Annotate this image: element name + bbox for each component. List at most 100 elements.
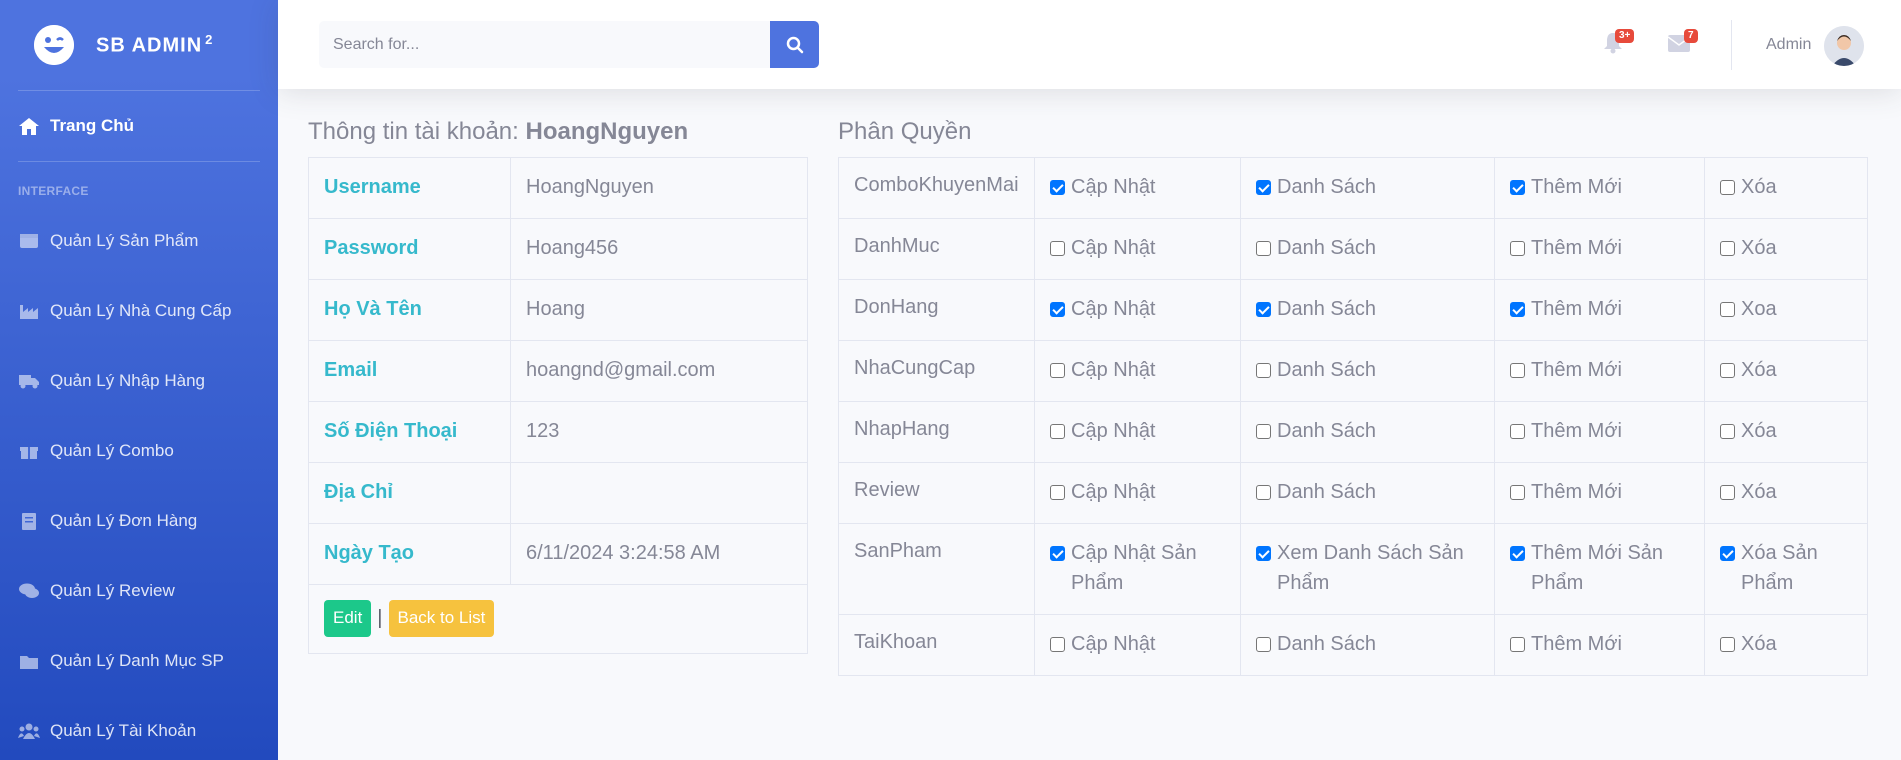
- sidebar-item-dashboard[interactable]: Trang Chủ: [0, 91, 278, 161]
- sidebar-brand[interactable]: SB ADMIN 2: [0, 0, 278, 90]
- permission-checkbox[interactable]: [1256, 485, 1271, 500]
- back-to-list-button[interactable]: Back to List: [388, 600, 495, 637]
- permission-checkbox[interactable]: [1720, 637, 1735, 652]
- alerts-dropdown[interactable]: 3+: [1603, 29, 1635, 56]
- permission-option: Thêm Mới: [1510, 418, 1689, 446]
- field-value: hoangnd@gmail.com: [510, 340, 808, 402]
- permission-checkbox[interactable]: [1720, 424, 1735, 439]
- permission-cell: Thêm Mới: [1494, 462, 1705, 524]
- sidebar-item-reviews[interactable]: Quản Lý Review: [0, 556, 278, 626]
- permission-checkbox[interactable]: [1050, 546, 1065, 561]
- permission-checkbox[interactable]: [1720, 302, 1735, 317]
- permission-checkbox[interactable]: [1256, 363, 1271, 378]
- permission-option: Xóa: [1720, 479, 1852, 507]
- permission-checkbox[interactable]: [1720, 546, 1735, 561]
- permission-checkbox[interactable]: [1510, 180, 1525, 195]
- sidebar-item-label: Quản Lý Sản Phẩm: [50, 231, 199, 250]
- permission-checkbox[interactable]: [1510, 637, 1525, 652]
- permission-checkbox[interactable]: [1256, 546, 1271, 561]
- permission-label: Cập Nhật: [1071, 633, 1156, 655]
- table-row: DanhMuc Cập Nhật Danh Sách Thêm Mới Xóa: [838, 218, 1868, 280]
- permission-option: Cập Nhật: [1050, 631, 1225, 659]
- permission-checkbox[interactable]: [1510, 241, 1525, 256]
- permission-checkbox[interactable]: [1720, 180, 1735, 195]
- permission-label: Thêm Mới Sản Phẩm: [1531, 542, 1664, 594]
- field-value: HoangNguyen: [510, 157, 808, 219]
- search-group: [319, 21, 819, 68]
- permission-label: Thêm Mới: [1531, 359, 1622, 381]
- module-name: Review: [838, 462, 1035, 524]
- avatar[interactable]: [1824, 26, 1864, 66]
- module-name: TaiKhoan: [838, 614, 1035, 676]
- sidebar-item-products[interactable]: Quản Lý Sản Phẩm: [0, 206, 278, 276]
- permission-cell: Xóa: [1704, 340, 1868, 402]
- search-button[interactable]: [770, 21, 819, 68]
- sidebar-item-suppliers[interactable]: Quản Lý Nhà Cung Cấp: [0, 276, 278, 346]
- sidebar-item-imports[interactable]: Quản Lý Nhập Hàng: [0, 346, 278, 416]
- permission-checkbox[interactable]: [1510, 424, 1525, 439]
- edit-button[interactable]: Edit: [324, 600, 372, 637]
- table-row: TaiKhoan Cập Nhật Danh Sách Thêm Mới Xóa: [838, 614, 1868, 676]
- permission-label: Cập Nhật: [1071, 237, 1156, 259]
- permission-checkbox[interactable]: [1256, 424, 1271, 439]
- table-row: SanPham Cập Nhật Sản Phẩm Xem Danh Sách Sả…: [838, 523, 1868, 615]
- user-name[interactable]: Admin: [1766, 36, 1811, 54]
- permission-checkbox[interactable]: [1510, 363, 1525, 378]
- permission-cell: Cập Nhật: [1034, 614, 1241, 676]
- permission-option: Thêm Mới: [1510, 235, 1689, 263]
- permission-option: Xóa: [1720, 631, 1852, 659]
- permission-label: Cập Nhật: [1071, 176, 1156, 198]
- field-label: Ngày Tạo: [308, 523, 511, 585]
- permission-option: Danh Sách: [1256, 174, 1479, 202]
- permission-cell: Cập Nhật Sản Phẩm: [1034, 523, 1241, 615]
- permission-cell: Thêm Mới: [1494, 157, 1705, 219]
- search-input[interactable]: [319, 21, 770, 68]
- permission-option: Thêm Mới: [1510, 479, 1689, 507]
- permission-cell: Xóa: [1704, 157, 1868, 219]
- permission-checkbox[interactable]: [1050, 424, 1065, 439]
- permission-checkbox[interactable]: [1256, 241, 1271, 256]
- permission-checkbox[interactable]: [1720, 363, 1735, 378]
- account-info-table: Username HoangNguyen Password Hoang456 Họ …: [308, 157, 808, 654]
- permission-checkbox[interactable]: [1050, 485, 1065, 500]
- sidebar-item-label: Trang Chủ: [50, 116, 135, 135]
- receipt-icon: [18, 512, 40, 530]
- permission-label: Danh Sách: [1277, 420, 1376, 442]
- permission-checkbox[interactable]: [1720, 241, 1735, 256]
- actions-row: Edit | Back to List: [308, 584, 808, 654]
- permission-checkbox[interactable]: [1050, 241, 1065, 256]
- sidebar-item-combo[interactable]: Quản Lý Combo: [0, 416, 278, 486]
- sidebar-item-label: Quản Lý Combo: [50, 441, 174, 460]
- permission-checkbox[interactable]: [1510, 546, 1525, 561]
- permission-cell: Xóa Sản Phẩm: [1704, 523, 1868, 615]
- permission-label: Thêm Mới: [1531, 481, 1622, 503]
- permission-checkbox[interactable]: [1050, 637, 1065, 652]
- sidebar-item-accounts[interactable]: Quản Lý Tài Khoản: [0, 696, 278, 760]
- permission-checkbox[interactable]: [1510, 302, 1525, 317]
- sidebar-item-categories[interactable]: Quản Lý Danh Mục SP: [0, 626, 278, 696]
- permission-option: Cập Nhật: [1050, 235, 1225, 263]
- permission-checkbox[interactable]: [1256, 302, 1271, 317]
- permission-checkbox[interactable]: [1256, 180, 1271, 195]
- permission-option: Danh Sách: [1256, 357, 1479, 385]
- module-name: NhaCungCap: [838, 340, 1035, 402]
- permission-checkbox[interactable]: [1050, 302, 1065, 317]
- sidebar-item-orders[interactable]: Quản Lý Đơn Hàng: [0, 486, 278, 556]
- permission-checkbox[interactable]: [1720, 485, 1735, 500]
- permission-option: Thêm Mới: [1510, 296, 1689, 324]
- permission-option: Thêm Mới Sản Phẩm: [1510, 540, 1689, 598]
- table-row: DonHang Cập Nhật Danh Sách Thêm Mới Xoa: [838, 279, 1868, 341]
- permission-cell: Xóa: [1704, 614, 1868, 676]
- permission-checkbox[interactable]: [1050, 363, 1065, 378]
- permissions-table: ComboKhuyenMai Cập Nhật Danh Sách Thêm Mới X…: [838, 157, 1868, 676]
- permission-option: Danh Sách: [1256, 479, 1479, 507]
- permission-checkbox[interactable]: [1050, 180, 1065, 195]
- messages-dropdown[interactable]: 7: [1667, 29, 1698, 56]
- permission-cell: Danh Sách: [1240, 340, 1495, 402]
- permission-option: Xóa Sản Phẩm: [1720, 540, 1852, 598]
- permission-checkbox[interactable]: [1256, 637, 1271, 652]
- permission-option: Xem Danh Sách Sản Phẩm: [1256, 540, 1479, 598]
- topbar: 3+ 7 Admin: [278, 0, 1901, 89]
- permission-option: Cập Nhật Sản Phẩm: [1050, 540, 1225, 598]
- permission-checkbox[interactable]: [1510, 485, 1525, 500]
